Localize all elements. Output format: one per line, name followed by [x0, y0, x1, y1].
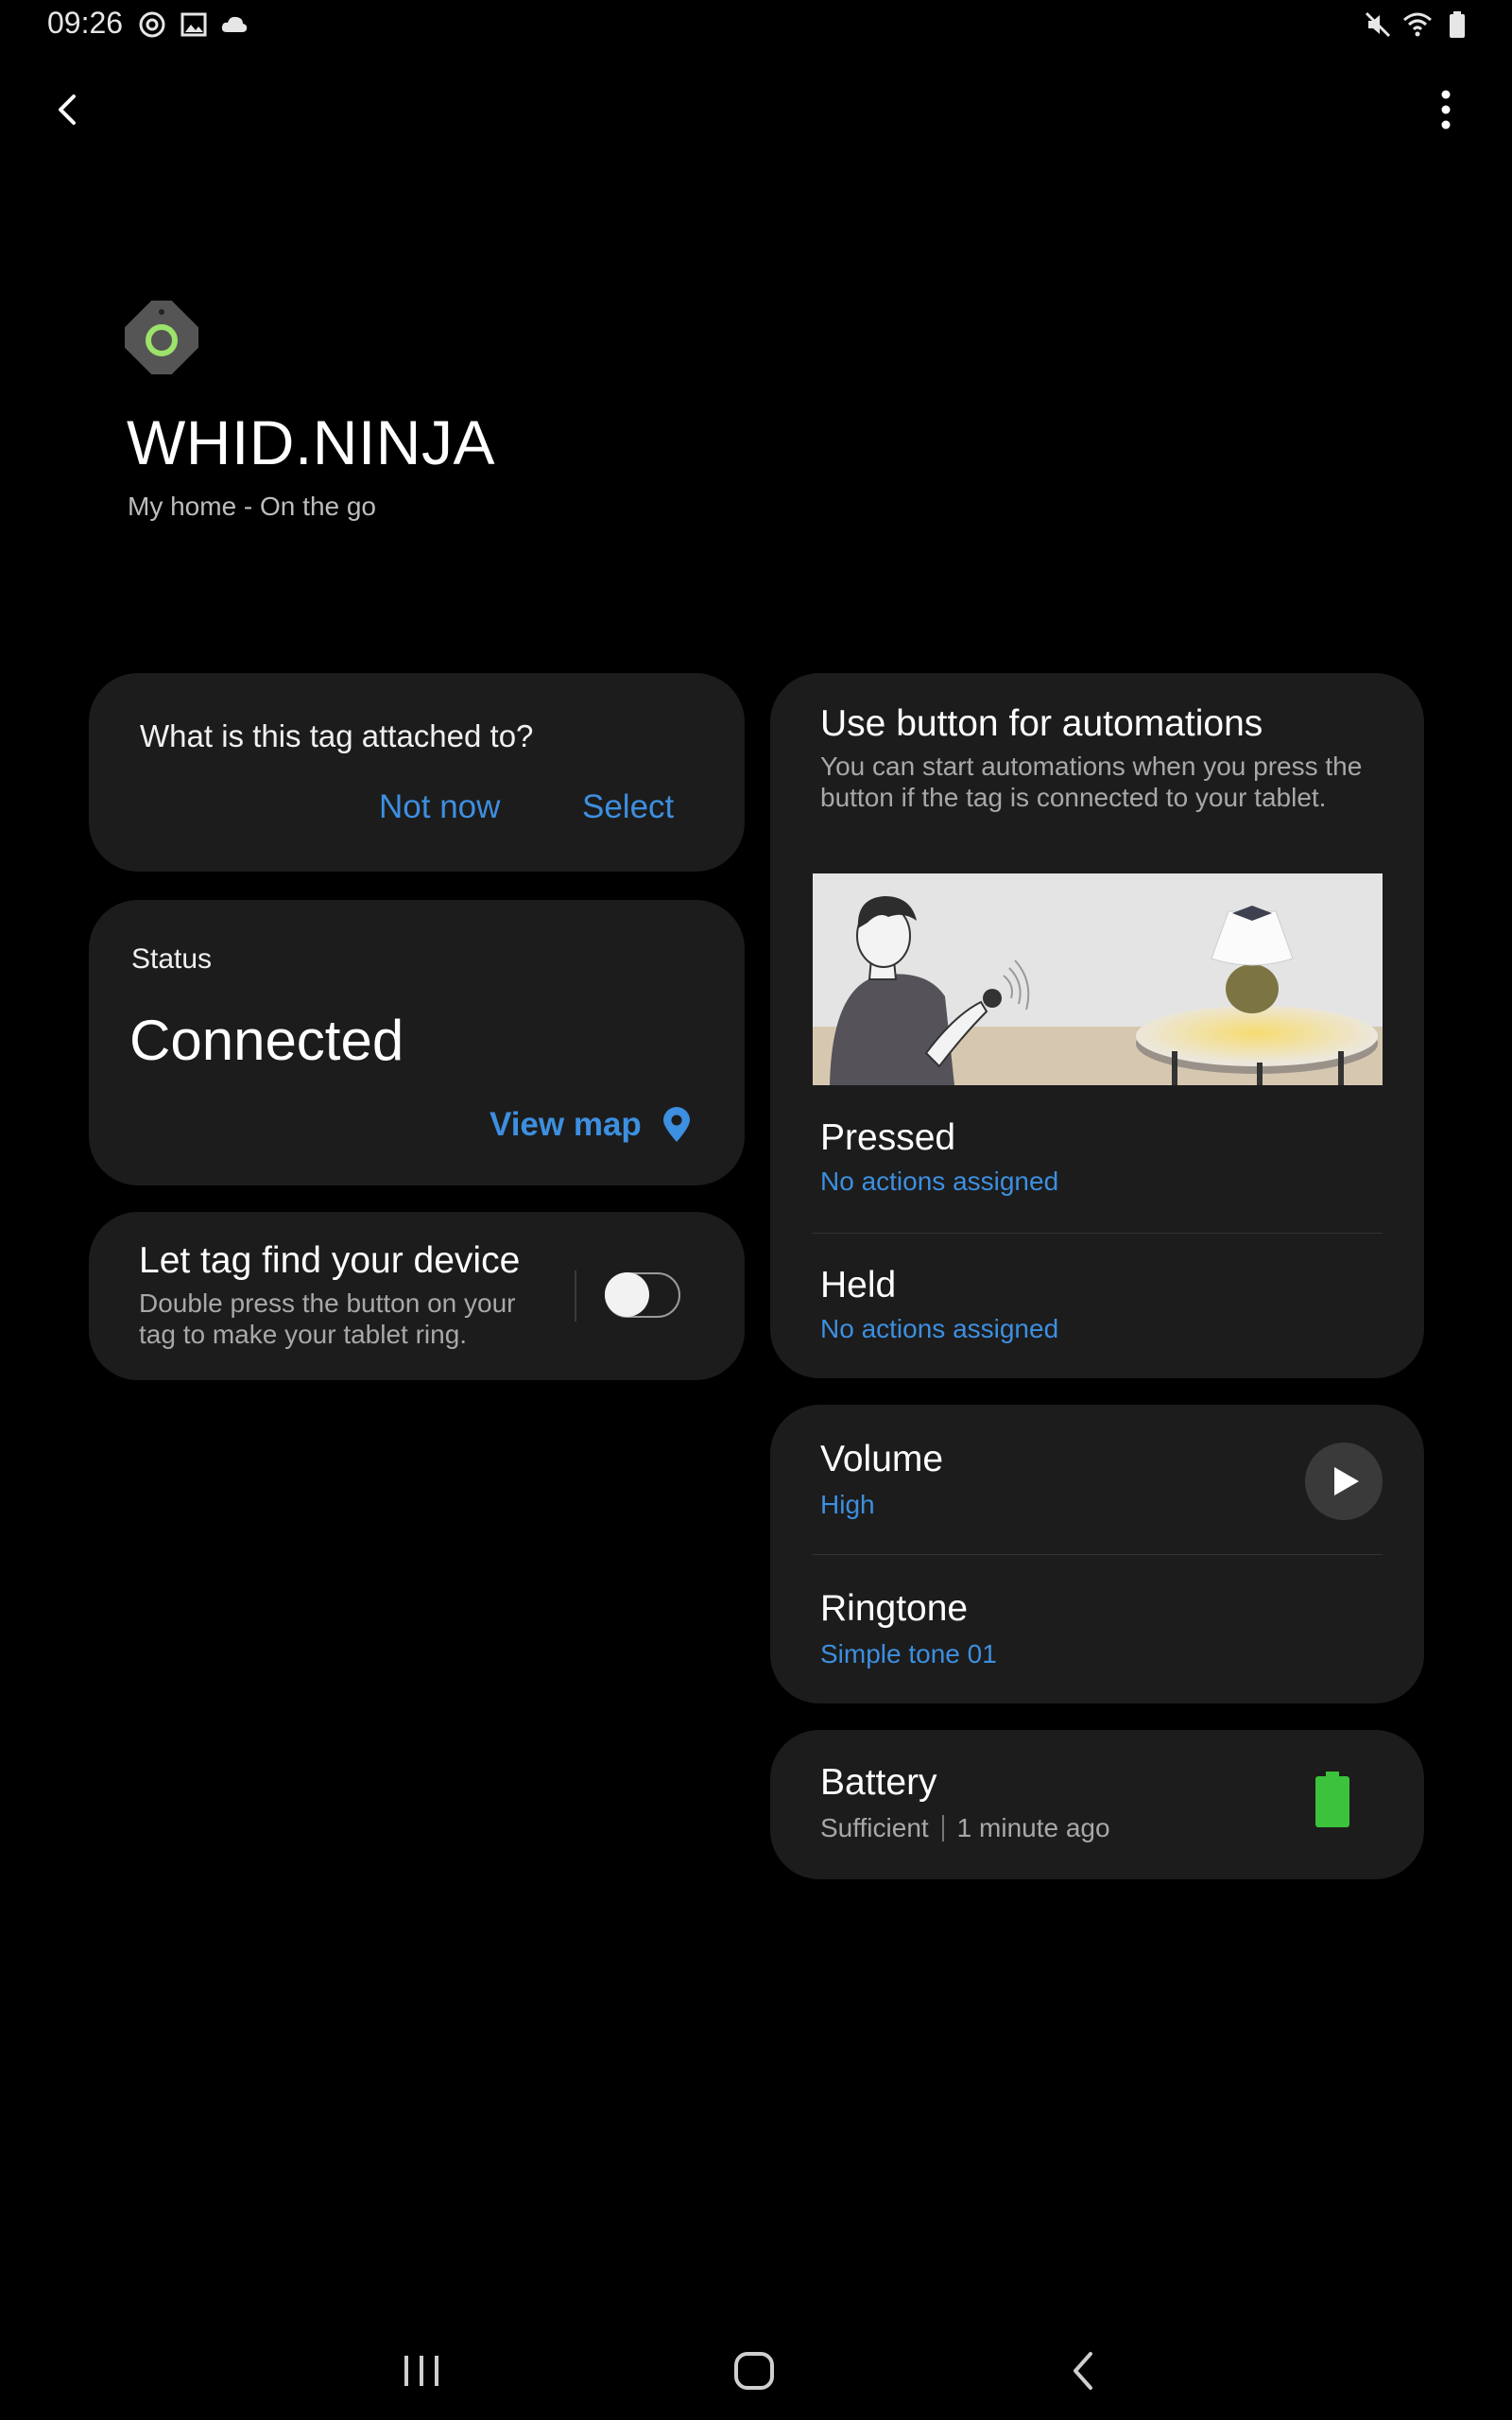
play-icon — [1334, 1467, 1359, 1495]
status-label: Status — [131, 943, 213, 975]
status-time: 09:26 — [47, 6, 124, 40]
battery-label: Battery — [820, 1762, 937, 1803]
automation-card: Use button for automations You can start… — [770, 673, 1424, 1378]
ringtone-value: Simple tone 01 — [820, 1639, 997, 1668]
battery-card: Battery Sufficient 1 minute ago — [770, 1730, 1424, 1879]
home-icon — [734, 2352, 774, 2390]
battery-level: Sufficient — [820, 1813, 929, 1842]
status-card: Status Connected View map — [89, 900, 745, 1185]
smarttag-icon — [125, 301, 198, 374]
recent-apps-button[interactable] — [374, 2333, 469, 2409]
toggle-divider — [575, 1270, 576, 1322]
more-options-button[interactable] — [1408, 72, 1484, 147]
attach-question: What is this tag attached to? — [140, 718, 534, 753]
view-map-label: View map — [490, 1106, 642, 1143]
find-device-card: Let tag find your device Double press th… — [89, 1212, 745, 1380]
back-icon — [59, 95, 76, 125]
sync-icon — [139, 11, 165, 38]
recent-apps-icon — [404, 2356, 438, 2386]
automation-divider — [813, 1233, 1383, 1234]
not-now-button[interactable]: Not now — [379, 788, 500, 826]
select-button[interactable]: Select — [582, 788, 674, 826]
sound-divider — [813, 1554, 1383, 1555]
device-name: WHID.NINJA — [127, 407, 495, 477]
automation-title: Use button for automations — [820, 703, 1263, 744]
volume-label[interactable]: Volume — [820, 1439, 943, 1480]
nav-back-icon — [1074, 2352, 1092, 2390]
nav-back-button[interactable] — [1037, 2333, 1131, 2409]
wifi-icon — [1403, 12, 1432, 37]
pressed-value: No actions assigned — [820, 1167, 1059, 1196]
toggle-knob — [605, 1272, 649, 1317]
find-device-description: Double press the button on your tag to m… — [139, 1288, 516, 1349]
battery-status-icon — [1450, 11, 1465, 38]
location-pin-icon — [662, 1107, 690, 1142]
volume-value: High — [820, 1490, 875, 1519]
view-map-button[interactable]: View map — [490, 1106, 693, 1144]
more-options-icon — [1441, 90, 1451, 130]
find-device-title: Let tag find your device — [139, 1240, 521, 1281]
find-device-toggle[interactable] — [605, 1272, 680, 1318]
battery-updated: 1 minute ago — [956, 1813, 1110, 1842]
gallery-icon — [180, 12, 207, 37]
held-value: No actions assigned — [820, 1314, 1059, 1343]
mute-icon — [1365, 11, 1391, 38]
ringtone-label[interactable]: Ringtone — [820, 1588, 968, 1630]
device-location: My home - On the go — [128, 492, 377, 521]
pressed-label[interactable]: Pressed — [820, 1117, 955, 1159]
home-button[interactable] — [707, 2333, 801, 2409]
cloud-icon — [221, 16, 248, 32]
attach-card: What is this tag attached to? Not now Se… — [89, 673, 745, 872]
play-volume-button[interactable] — [1305, 1443, 1383, 1520]
battery-icon — [1315, 1772, 1349, 1827]
battery-info: Sufficient 1 minute ago — [820, 1813, 1110, 1843]
battery-info-separator — [941, 1815, 944, 1841]
sound-card: Volume High Ringtone Simple tone 01 — [770, 1405, 1424, 1703]
held-label[interactable]: Held — [820, 1265, 896, 1306]
back-button[interactable] — [30, 72, 106, 147]
automation-description: You can start automations when you press… — [820, 752, 1363, 812]
automation-illustration — [813, 873, 1383, 1085]
status-value: Connected — [129, 1009, 404, 1072]
